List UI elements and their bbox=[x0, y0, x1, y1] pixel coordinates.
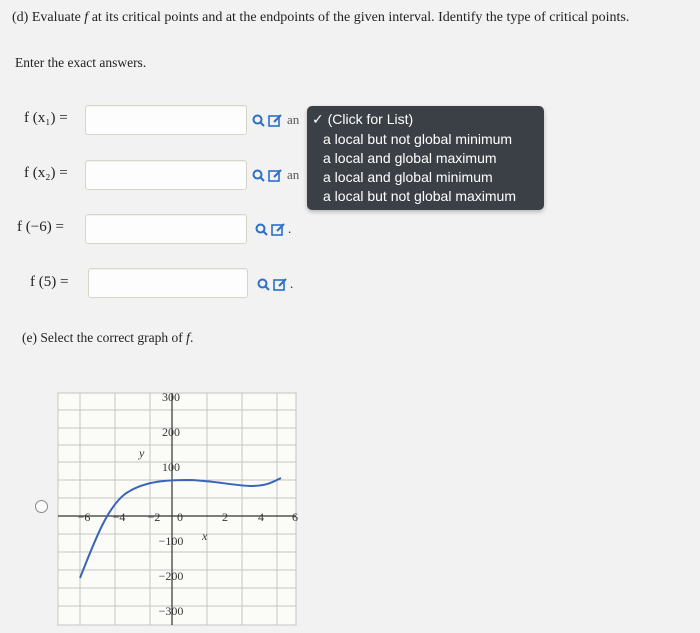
y-tick-label: −100 bbox=[159, 534, 184, 548]
tools-f-x2: an bbox=[252, 167, 299, 183]
row-label: f (5) = bbox=[30, 274, 69, 290]
row-f-neg6: f (−6) = bbox=[17, 219, 64, 236]
x-tick-label: 6 bbox=[292, 510, 298, 524]
tools-f-x1: an bbox=[252, 112, 299, 128]
search-icon[interactable] bbox=[255, 223, 268, 236]
question-d: (d) Evaluate f at its critical points an… bbox=[12, 10, 630, 25]
trailing-dot: . bbox=[290, 276, 294, 291]
row-f-5: f (5) = bbox=[30, 274, 68, 291]
edit-icon[interactable] bbox=[273, 277, 287, 291]
graph-radio-button[interactable] bbox=[35, 500, 48, 513]
critical-point-type-dropdown[interactable]: ✓ (Click for List) a local but not globa… bbox=[307, 106, 544, 210]
y-tick-label: 100 bbox=[162, 460, 180, 474]
y-tick-label: 300 bbox=[162, 390, 180, 404]
edit-icon[interactable] bbox=[268, 113, 282, 127]
dropdown-option[interactable]: a local but not global maximum bbox=[323, 188, 516, 204]
tools-f-neg6: . bbox=[255, 221, 291, 237]
x-tick-label: −6 bbox=[78, 510, 91, 524]
y-tick-label: −300 bbox=[159, 604, 184, 618]
x-tick-label: −4 bbox=[113, 510, 126, 524]
tools-f-5: . bbox=[257, 276, 293, 292]
trailing-dot: . bbox=[288, 221, 292, 236]
row-f-x1: f (x₁) = bbox=[24, 110, 68, 127]
x-tick-label: 2 bbox=[222, 510, 228, 524]
answer-input-f-neg6[interactable] bbox=[85, 214, 247, 244]
dropdown-option[interactable]: a local and global maximum bbox=[323, 150, 497, 166]
x-tick-label: 0 bbox=[177, 510, 183, 524]
y-tick-label: −200 bbox=[159, 569, 184, 583]
type-select-f-x2[interactable]: an bbox=[287, 167, 299, 183]
row-label: f (x₂) = bbox=[24, 165, 68, 181]
y-axis-label: y bbox=[138, 446, 145, 460]
x-axis-label: x bbox=[201, 529, 208, 543]
row-label: f (−6) = bbox=[17, 219, 64, 235]
row-label: f (x₁) = bbox=[24, 110, 68, 126]
type-select-f-x1[interactable]: an bbox=[287, 112, 299, 128]
dropdown-option[interactable]: a local but not global minimum bbox=[323, 131, 512, 147]
search-icon[interactable] bbox=[252, 114, 265, 127]
edit-icon[interactable] bbox=[268, 168, 282, 182]
answer-input-f-x2[interactable] bbox=[85, 160, 247, 190]
search-icon[interactable] bbox=[252, 169, 265, 182]
question-e: (e) Select the correct graph of f. bbox=[22, 330, 194, 345]
edit-icon[interactable] bbox=[271, 222, 285, 236]
y-tick-label: 200 bbox=[162, 425, 180, 439]
search-icon[interactable] bbox=[257, 278, 270, 291]
row-f-x2: f (x₂) = bbox=[24, 165, 68, 182]
x-tick-label: 4 bbox=[258, 510, 264, 524]
dropdown-option[interactable]: a local and global minimum bbox=[323, 169, 493, 185]
dropdown-header[interactable]: ✓ (Click for List) bbox=[312, 111, 413, 128]
x-tick-label: −2 bbox=[148, 510, 161, 524]
instruction-text: Enter the exact answers. bbox=[15, 55, 147, 70]
answer-input-f-5[interactable] bbox=[88, 268, 248, 298]
graph-option: x y −6 −4 −2 0 2 4 6 300 200 100 −100 −200 −300 bbox=[57, 390, 298, 626]
answer-input-f-x1[interactable] bbox=[85, 105, 247, 135]
